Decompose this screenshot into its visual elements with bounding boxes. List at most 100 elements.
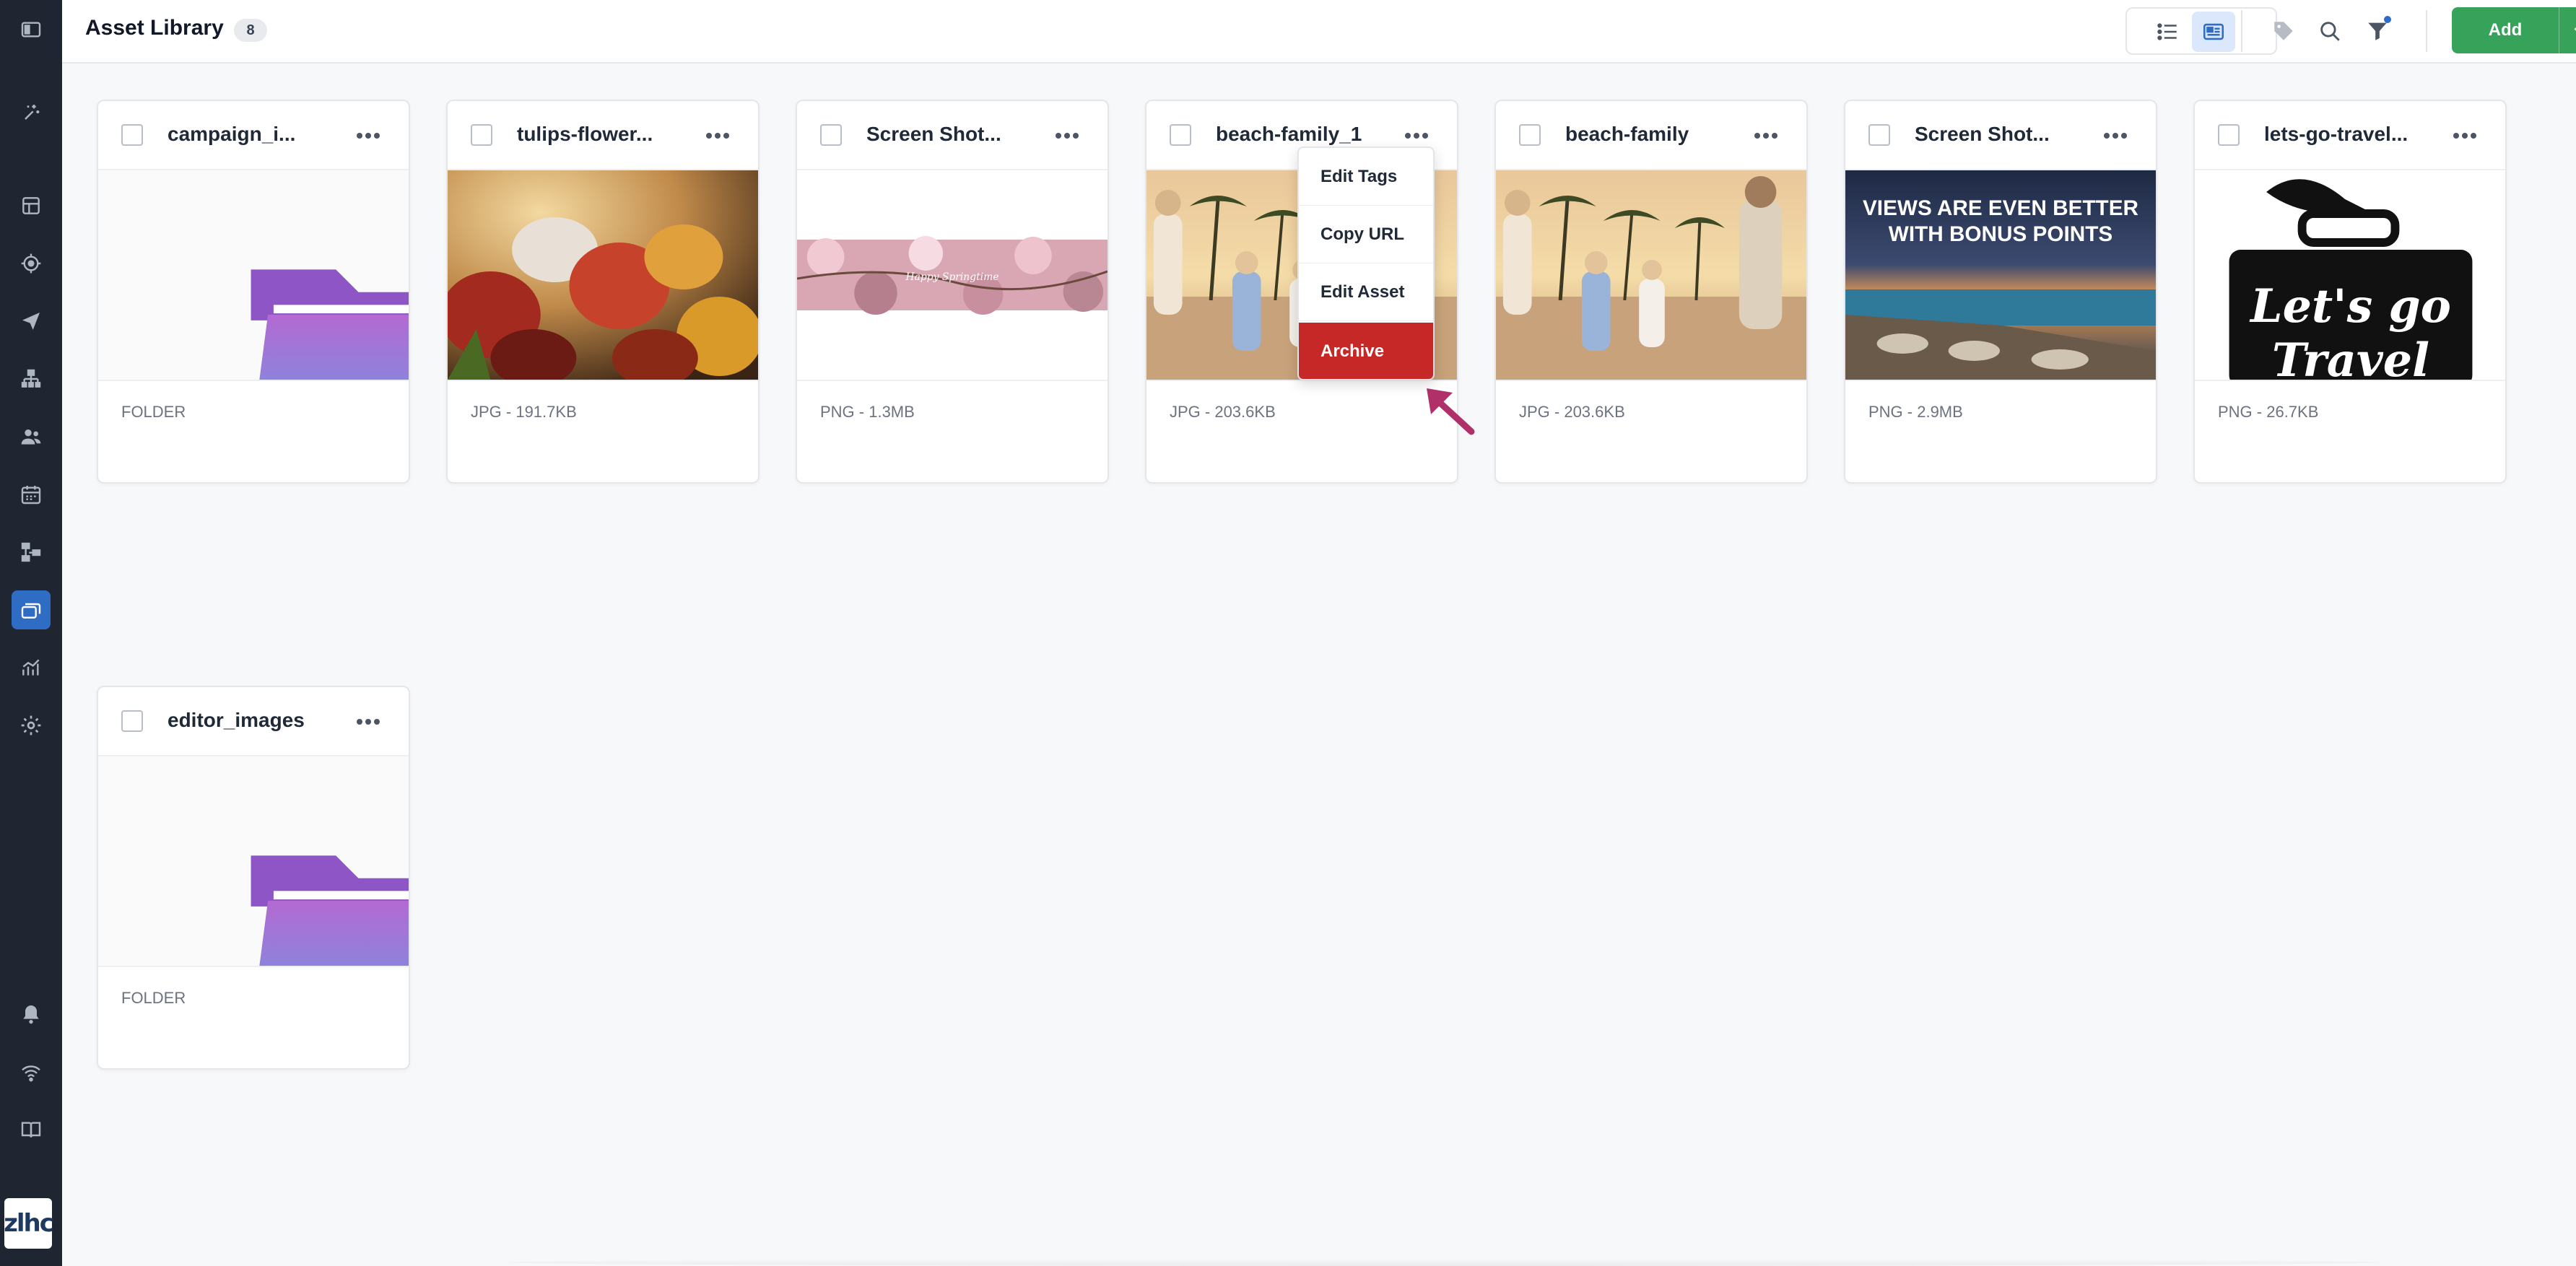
menu-item-archive[interactable]: Archive [1299, 323, 1433, 379]
card-header: lets-go-travel... [2195, 101, 2505, 170]
book-icon[interactable] [12, 1110, 51, 1149]
card-header: Screen Shot... [1845, 101, 2156, 170]
asset-thumbnail: Happy Springtime [797, 170, 1108, 380]
asset-thumbnail [448, 170, 758, 380]
sidebar-toggle-icon[interactable] [12, 10, 51, 49]
more-options-icon[interactable] [2449, 123, 2481, 149]
card-footer: PNG - 1.3MB [797, 380, 1108, 482]
asset-card[interactable]: editor_images FOLDER [97, 686, 410, 1070]
asset-card[interactable]: tulips-flower... JPG - 191.7KB [446, 100, 760, 484]
list-icon [2157, 23, 2177, 40]
select-checkbox[interactable] [2218, 124, 2240, 146]
filter-active-dot [2384, 16, 2391, 23]
settings-icon[interactable] [12, 706, 51, 745]
menu-item-copy-url[interactable]: Copy URL [1299, 206, 1433, 263]
contacts-icon[interactable] [12, 417, 51, 456]
card-header: tulips-flower... [448, 101, 758, 170]
view-toggle [2125, 7, 2277, 55]
tag-icon[interactable] [2267, 14, 2300, 48]
asset-name: Screen Shot... [1915, 123, 2050, 145]
asset-meta: JPG - 191.7KB [471, 403, 577, 421]
send-icon[interactable] [12, 302, 51, 341]
asset-context-menu: Edit Tags Copy URL Edit Asset Archive [1297, 147, 1435, 380]
filter-icon[interactable] [2361, 14, 2394, 48]
analytics-icon[interactable] [12, 648, 51, 687]
card-footer: FOLDER [98, 380, 409, 482]
asset-count-badge: 8 [234, 19, 267, 42]
more-options-icon[interactable] [1051, 123, 1083, 149]
svg-text:Travel: Travel [2272, 333, 2429, 380]
header-divider [2241, 10, 2242, 52]
dashboard-icon[interactable] [12, 186, 51, 225]
more-options-icon[interactable] [702, 123, 734, 149]
svg-text:Let's go: Let's go [2249, 279, 2451, 333]
svg-text:WITH BONUS POINTS: WITH BONUS POINTS [1889, 222, 2112, 246]
card-header: campaign_i... [98, 101, 409, 170]
springtime-banner-image: Happy Springtime [797, 236, 1108, 315]
more-options-icon[interactable] [352, 123, 384, 149]
signal-icon[interactable] [12, 1052, 51, 1091]
asset-name: lets-go-travel... [2264, 123, 2409, 145]
card-footer: PNG - 26.7KB [2195, 380, 2505, 482]
select-checkbox[interactable] [471, 124, 492, 146]
add-button[interactable]: Add [2452, 7, 2576, 53]
target-icon[interactable] [12, 244, 51, 283]
select-checkbox[interactable] [820, 124, 842, 146]
asset-name: editor_images [167, 709, 305, 731]
asset-card[interactable]: beach-family JPG - 203.6KB [1494, 100, 1808, 484]
account-logo[interactable]: zlhc [4, 1198, 54, 1249]
select-checkbox[interactable] [1519, 124, 1541, 146]
header: Asset Library 8 Add [62, 0, 2576, 64]
bell-icon[interactable] [12, 995, 51, 1034]
asset-card[interactable]: campaign_i... FOLDER [97, 100, 410, 484]
more-options-icon[interactable] [1401, 123, 1432, 149]
card-footer: FOLDER [98, 966, 409, 1068]
header-divider [2426, 10, 2427, 52]
travel-suitcase-image: Let's go Travel [2229, 179, 2473, 380]
more-options-icon[interactable] [352, 709, 384, 735]
media-library-icon[interactable] [12, 590, 51, 629]
menu-item-edit-asset[interactable]: Edit Asset [1299, 263, 1433, 321]
folder-icon [251, 855, 409, 966]
more-options-icon[interactable] [2099, 123, 2131, 149]
asset-thumbnail: Let's go Travel [2195, 170, 2505, 380]
card-footer: PNG - 2.9MB [1845, 380, 2156, 482]
select-checkbox[interactable] [121, 710, 143, 732]
asset-thumbnail [1496, 170, 1806, 380]
asset-card[interactable]: Screen Shot... VIEWS ARE EVEN BETTER WIT… [1844, 100, 2157, 484]
card-view-icon [2203, 23, 2224, 40]
card-header: Screen Shot... [797, 101, 1108, 170]
asset-card[interactable]: Screen Shot... Happy Springtime PNG - 1.… [796, 100, 1109, 484]
chevron-down-icon[interactable] [2559, 7, 2576, 53]
menu-item-edit-tags[interactable]: Edit Tags [1299, 148, 1433, 206]
grid-view-button[interactable] [2192, 12, 2235, 52]
asset-name: tulips-flower... [517, 123, 653, 145]
select-checkbox[interactable] [121, 124, 143, 146]
card-footer: JPG - 203.6KB [1146, 380, 1457, 482]
asset-meta: FOLDER [121, 989, 186, 1007]
card-footer: JPG - 191.7KB [448, 380, 758, 482]
org-chart-icon[interactable] [12, 359, 51, 398]
asset-thumbnail: VIEWS ARE EVEN BETTER WITH BONUS POINTS [1845, 170, 2156, 380]
asset-name: campaign_i... [167, 123, 296, 145]
asset-card[interactable]: lets-go-travel... Let's go Travel PNG - … [2193, 100, 2507, 484]
svg-text:VIEWS ARE EVEN BETTER: VIEWS ARE EVEN BETTER [1863, 196, 2138, 220]
more-options-icon[interactable] [1750, 123, 1782, 149]
asset-thumbnail [98, 170, 409, 380]
card-footer: JPG - 203.6KB [1496, 380, 1806, 482]
calendar-icon[interactable] [12, 475, 51, 514]
workflow-icon[interactable] [12, 533, 51, 572]
search-icon[interactable] [2313, 14, 2346, 48]
beach-family-image [1496, 170, 1806, 380]
asset-name: beach-family [1565, 123, 1689, 145]
list-view-button[interactable] [2146, 12, 2189, 52]
asset-meta: JPG - 203.6KB [1170, 403, 1276, 421]
tulips-image [448, 170, 758, 380]
asset-meta: PNG - 1.3MB [820, 403, 915, 421]
magic-icon[interactable] [12, 94, 51, 133]
select-checkbox[interactable] [1868, 124, 1890, 146]
add-button-label: Add [2488, 20, 2523, 40]
asset-meta: PNG - 26.7KB [2218, 403, 2319, 421]
asset-name: beach-family_1 [1216, 123, 1362, 145]
select-checkbox[interactable] [1170, 124, 1191, 146]
